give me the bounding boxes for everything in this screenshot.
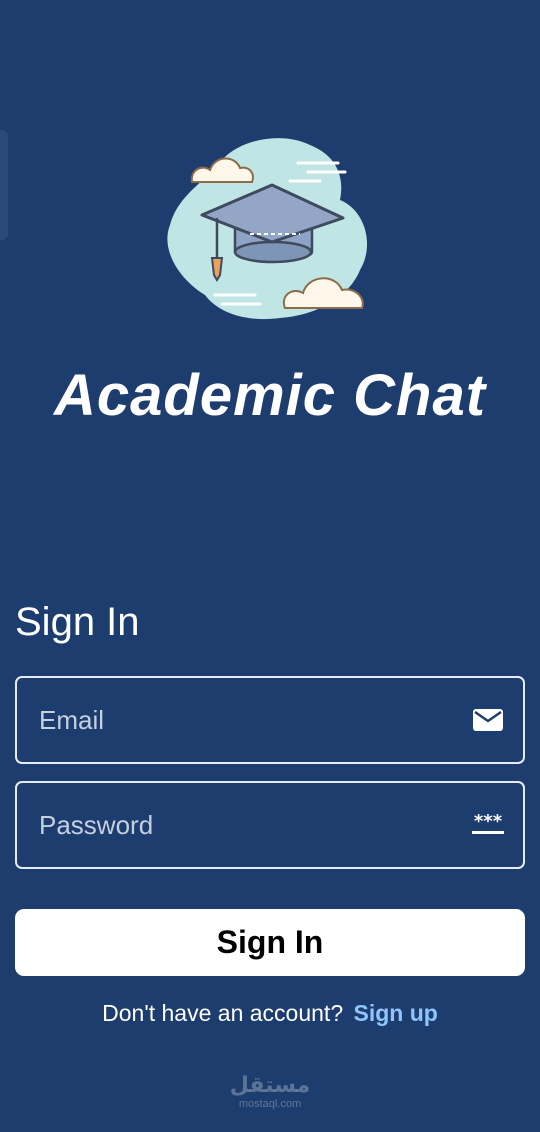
no-account-text: Don't have an account? [102,1000,344,1026]
watermark-url: mostaql.com [238,1098,302,1110]
email-field[interactable] [15,676,525,764]
envelope-icon [471,706,505,734]
signup-prompt: Don't have an account? Sign up [0,1000,540,1027]
graduation-cap-icon [160,130,380,330]
edge-handle[interactable] [0,130,8,240]
svg-text:***: *** [474,813,503,832]
app-title: Academic Chat [53,363,487,428]
password-input[interactable] [39,809,439,841]
sign-in-heading: Sign In [15,600,140,644]
watermark: مستقل mostaql.com [0,1073,540,1111]
password-dots-icon[interactable]: *** [471,811,505,839]
watermark-logo: مستقل [229,1073,311,1098]
password-field[interactable]: *** [15,781,525,869]
sign-up-link[interactable]: Sign up [354,1000,438,1026]
email-input[interactable] [39,704,439,736]
login-screen: Academic Chat Sign In *** Sign In Don't … [0,0,540,1132]
sign-in-button[interactable]: Sign In [15,909,525,976]
